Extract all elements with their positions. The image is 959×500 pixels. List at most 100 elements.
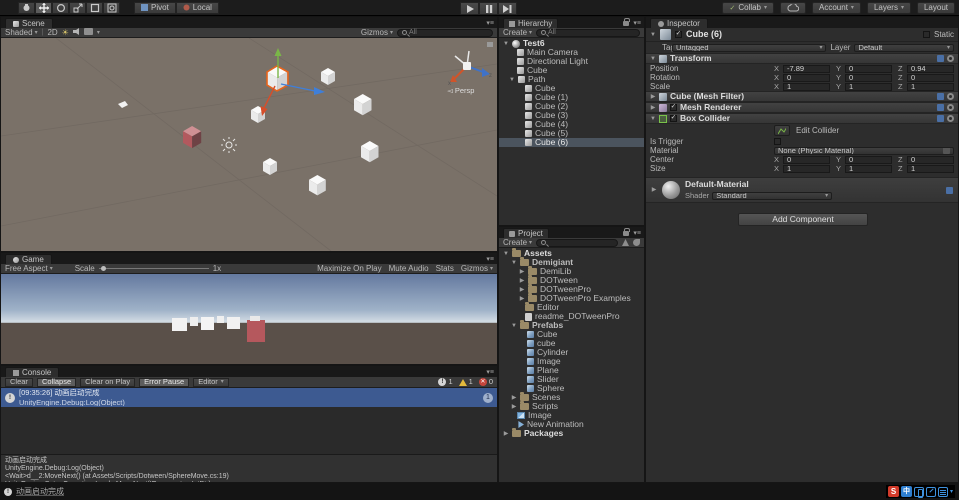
project-item[interactable]: Slider (499, 375, 644, 384)
presets-icon[interactable] (937, 104, 944, 111)
tab-inspector[interactable]: Inspector (650, 18, 708, 28)
expand-arrow[interactable]: ▶ (511, 404, 517, 410)
rotation-x-field[interactable]: 0 (783, 74, 830, 82)
project-search-input[interactable] (536, 239, 618, 247)
hierarchy-item[interactable]: Cube (499, 84, 644, 93)
scene-object-cube[interactable] (263, 158, 277, 175)
expand-arrow[interactable]: ▼ (650, 56, 656, 62)
mute-audio-toggle[interactable]: Mute Audio (389, 265, 429, 273)
scene-object-cube[interactable] (309, 175, 326, 195)
project-item[interactable]: New Animation (499, 420, 644, 429)
add-component-button[interactable]: Add Component (738, 213, 868, 226)
layer-dropdown[interactable]: Default▾ (854, 44, 954, 52)
project-item[interactable]: ▼Prefabs (499, 321, 644, 330)
physic-material-field[interactable]: None (Physic Material) (774, 147, 954, 155)
scale-tool-icon[interactable] (69, 2, 86, 14)
box-collider-checkbox[interactable]: ✓ (670, 115, 677, 122)
project-item[interactable]: Image (499, 357, 644, 366)
toggle-2d[interactable]: 2D (47, 29, 57, 37)
create-dropdown[interactable]: Create▾ (503, 239, 532, 247)
gear-icon[interactable] (947, 55, 954, 62)
position-x-field[interactable]: -7.89 (783, 65, 830, 73)
layout-button[interactable]: Layout (917, 2, 955, 14)
tab-scene[interactable]: Scene (5, 18, 53, 28)
console-empty-area[interactable] (1, 407, 497, 454)
object-name-field[interactable]: Cube (6) (686, 30, 919, 39)
hierarchy-search-input[interactable]: All (536, 29, 640, 37)
hierarchy-item[interactable]: Cube (4) (499, 120, 644, 129)
hierarchy-item[interactable]: ▼Path (499, 75, 644, 84)
box-collider-header[interactable]: ▼ ✓ Box Collider (646, 113, 958, 124)
rotate-tool-icon[interactable] (52, 2, 69, 14)
presets-icon[interactable] (937, 93, 944, 100)
center-z-field[interactable]: 0 (907, 156, 954, 164)
mesh-renderer-checkbox[interactable]: ✓ (670, 104, 677, 111)
editor-dropdown[interactable]: Editor▾ (193, 378, 229, 387)
position-y-field[interactable]: 0 (845, 65, 892, 73)
project-item[interactable]: ▶Packages (499, 429, 644, 438)
size-z-field[interactable]: 1 (907, 165, 954, 173)
console-log-entry[interactable]: ! [09:35:26] 动画启动完成 UnityEngine.Debug:Lo… (1, 388, 497, 407)
tab-project[interactable]: Project (503, 228, 549, 238)
collapse-toggle[interactable]: Collapse (37, 378, 76, 387)
scene-object-red-cube[interactable] (183, 126, 201, 148)
scene-selected-cube[interactable] (261, 48, 326, 116)
expand-arrow[interactable]: ▶ (519, 296, 525, 302)
collab-button[interactable]: ✓Collab▾ (722, 2, 774, 14)
project-item[interactable]: ▼Demigiant (499, 258, 644, 267)
panel-menu-icon[interactable]: ▾≡ (486, 369, 494, 376)
expand-arrow[interactable]: ▶ (511, 395, 517, 401)
warning-count[interactable]: 1 (459, 378, 473, 386)
scale-y-field[interactable]: 1 (845, 83, 892, 91)
scene-viewport[interactable]: x z ◅ Persp (1, 38, 497, 251)
shading-dropdown[interactable]: Shaded▾ (5, 29, 38, 37)
center-y-field[interactable]: 0 (845, 156, 892, 164)
scene-object-small-mesh[interactable] (118, 101, 128, 108)
play-button[interactable] (460, 2, 479, 15)
search-by-type-icon[interactable] (622, 239, 629, 246)
scene-gizmos-dropdown[interactable]: Gizmos▾ (361, 29, 393, 37)
tab-hierarchy[interactable]: Hierarchy (503, 18, 558, 28)
expand-arrow[interactable]: ▶ (650, 105, 656, 111)
layers-button[interactable]: Layers▾ (867, 2, 911, 14)
material-preview-strip[interactable]: ▶ Default-Material Shader Standard▾ (646, 177, 958, 203)
project-item[interactable]: Plane (499, 366, 644, 375)
hierarchy-item[interactable]: Cube (1) (499, 93, 644, 102)
expand-arrow[interactable]: ▼ (650, 32, 656, 38)
scale-slider[interactable] (99, 268, 209, 269)
game-gizmos-dropdown[interactable]: Gizmos▾ (461, 265, 493, 273)
gear-icon[interactable] (947, 93, 954, 100)
ime-chinese-mode-button[interactable]: 中 (901, 486, 912, 497)
expand-arrow[interactable]: ▼ (511, 323, 517, 329)
scale-z-field[interactable]: 1 (907, 83, 954, 91)
presets-icon[interactable] (946, 187, 953, 194)
expand-arrow[interactable]: ▼ (650, 116, 656, 122)
pause-button[interactable] (479, 2, 498, 15)
effects-dropdown-icon[interactable]: ▾ (97, 30, 100, 36)
lock-icon[interactable] (623, 21, 629, 26)
project-item[interactable]: cube (499, 339, 644, 348)
scene-light-gizmo[interactable] (221, 137, 237, 153)
hierarchy-item[interactable]: Cube (5) (499, 129, 644, 138)
hierarchy-item[interactable]: Cube (2) (499, 102, 644, 111)
size-y-field[interactable]: 1 (845, 165, 892, 173)
scene-search-input[interactable]: All (397, 29, 493, 37)
rect-tool-icon[interactable] (86, 2, 103, 14)
account-button[interactable]: Account▾ (812, 2, 861, 14)
presets-icon[interactable] (937, 115, 944, 122)
ime-phone-icon[interactable] (914, 487, 924, 497)
move-tool-icon[interactable] (35, 2, 52, 14)
project-item[interactable]: Cylinder (499, 348, 644, 357)
rotation-y-field[interactable]: 0 (845, 74, 892, 82)
expand-arrow[interactable]: ▶ (519, 278, 525, 284)
expand-arrow[interactable]: ▶ (519, 287, 525, 293)
create-dropdown[interactable]: Create▾ (503, 29, 532, 37)
hierarchy-item-selected[interactable]: Cube (6) (499, 138, 644, 147)
persp-label[interactable]: ◅ Persp (447, 86, 474, 95)
tab-console[interactable]: Console (5, 367, 59, 377)
presets-icon[interactable] (937, 55, 944, 62)
mesh-renderer-header[interactable]: ▶ ✓ Mesh Renderer (646, 102, 958, 113)
audio-toggle-icon[interactable] (73, 28, 80, 37)
static-checkbox[interactable] (923, 31, 930, 38)
mesh-filter-header[interactable]: ▶ Cube (Mesh Filter) (646, 91, 958, 102)
